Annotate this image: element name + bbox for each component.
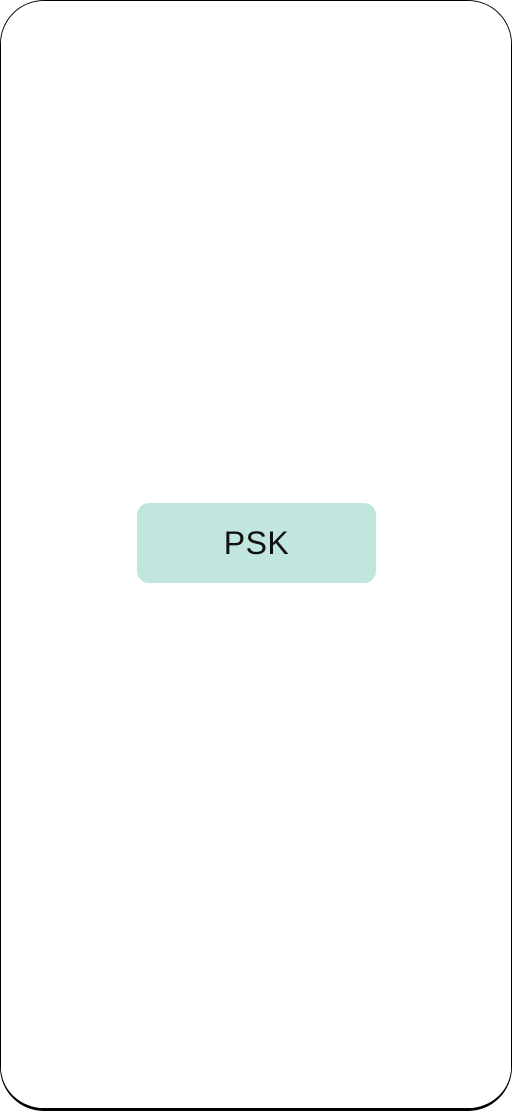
- psk-button-label: PSK: [223, 524, 290, 561]
- device-frame: PSK: [0, 0, 512, 1111]
- app-screen: PSK: [1, 1, 511, 1108]
- psk-button[interactable]: PSK: [137, 503, 376, 583]
